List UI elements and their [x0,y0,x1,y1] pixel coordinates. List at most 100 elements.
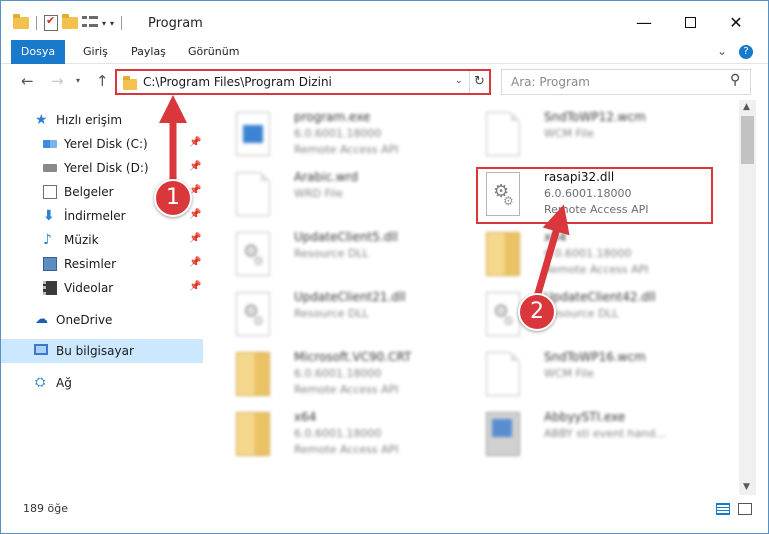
folder-icon [123,76,137,90]
computer-icon [34,344,48,355]
scrollbar-thumb[interactable] [741,116,754,164]
file-list: program.exe 6.0.6001.18000 Remote Access… [208,100,739,495]
large-icons-view-icon[interactable] [738,503,752,515]
view-options-icon[interactable] [82,16,98,30]
pictures-icon [43,257,57,271]
up-arrow-icon[interactable]: ↑ [96,72,109,90]
sidebar-item-this-pc[interactable]: Bu bilgisayar [1,339,203,363]
refresh-icon[interactable]: ↻ [469,71,489,93]
toolbar-separator [121,16,123,30]
pin-icon[interactable]: 📌 [189,233,201,244]
search-icon[interactable]: ⚲ [730,72,740,88]
sidebar-item-onedrive[interactable]: ☁ OneDrive [1,308,203,332]
item-count: 189 öğe [23,502,68,515]
sidebar-item-label: Videolar [64,281,114,295]
tab-file[interactable]: Dosya [11,40,65,64]
address-bar[interactable]: C:\Program Files\Program Dizini ⌄ ↻ [115,69,491,95]
title-bar: ▾ ▾ Program — ✕ [1,1,768,40]
sidebar-item-label: Yerel Disk (C:) [64,137,148,151]
sidebar-item-local-disk-d[interactable]: Yerel Disk (D:) 📌 [1,156,203,180]
search-input[interactable]: Ara: Program ⚲ [501,69,751,95]
file-item[interactable]: SndToWP12.wcm WCM File [476,104,726,164]
zip-folder-icon [236,352,270,396]
file-item[interactable]: x64 6.0.6001.18000 Remote Access API [476,224,726,284]
sidebar-item-label: Belgeler [64,185,114,199]
file-item[interactable]: ⚙ ⚙ UpdateClient5.dll Resource DLL [226,224,476,284]
help-icon[interactable]: ? [739,45,753,59]
dll-gear-icon: ⚙ ⚙ [236,292,270,336]
customize-toolbar-icon[interactable]: ▾ [110,19,114,28]
sidebar-item-quick-access[interactable]: ★ Hızlı erişim [1,108,203,132]
file-type: WRD File [294,187,343,200]
sidebar-item-pictures[interactable]: Resimler 📌 [1,252,203,276]
file-type: WCM File [544,367,594,380]
file-item[interactable]: AbbyySTI.exe ABBY sti event hand... [476,404,726,464]
new-folder-icon[interactable] [62,14,78,29]
scroll-down-icon[interactable]: ▼ [743,482,750,492]
file-item[interactable]: ⚙ ⚙ UpdateClient21.dll Resource DLL [226,284,476,344]
target-file-highlight [476,167,713,224]
search-placeholder: Ara: Program [511,75,590,89]
sidebar-item-videos[interactable]: Videolar 📌 [1,276,203,300]
file-item[interactable]: x64 6.0.6001.18000 Remote Access API [226,404,476,464]
sidebar-item-label: Ağ [56,376,72,390]
cloud-icon: ☁ [35,312,48,327]
pin-icon[interactable]: 📌 [189,209,201,220]
back-arrow-icon[interactable]: ← [21,72,34,90]
dll-gear-icon: ⚙ ⚙ [236,232,270,276]
quick-access-toolbar: ▾ ▾ [13,14,125,32]
navigation-bar: ← → ▾ ↑ C:\Program Files\Program Dizini … [1,64,768,100]
expand-ribbon-icon[interactable]: ⌄ [717,44,727,58]
minimize-button[interactable]: — [621,9,667,37]
sidebar-item-label: Resimler [64,257,117,271]
tab-share[interactable]: Paylaş [131,40,166,64]
navigation-pane: ★ Hızlı erişim Yerel Disk (C:) 📌 Yerel D… [1,100,208,495]
sidebar-item-music[interactable]: ♪ Müzik 📌 [1,228,203,252]
sidebar-item-label: OneDrive [56,313,113,327]
sidebar-item-local-disk-c[interactable]: Yerel Disk (C:) 📌 [1,132,203,156]
drive-icon [43,164,57,172]
chevron-down-icon[interactable]: ▾ [102,19,106,28]
file-name: SndToWP16.wcm [544,350,646,364]
recent-locations-icon[interactable]: ▾ [76,76,80,85]
close-button[interactable]: ✕ [713,9,759,37]
chevron-down-icon[interactable]: ⌄ [455,76,463,86]
file-type: 6.0.6001.18000 [544,247,632,260]
file-description: Remote Access API [294,443,399,456]
explorer-window: ▾ ▾ Program — ✕ Dosya Giriş Paylaş Görün… [0,0,769,534]
step-1-badge: 1 [154,179,192,217]
sidebar-item-label: Müzik [64,233,99,247]
window-title: Program [148,16,203,31]
file-name: x64 [544,230,567,244]
tab-home[interactable]: Giriş [83,40,108,64]
file-type: 6.0.6001.18000 [294,427,382,440]
pin-icon[interactable]: 📌 [189,281,201,292]
sidebar-item-label: İndirmeler [64,209,126,223]
page-icon [486,112,520,156]
sidebar-item-label: Hızlı erişim [56,113,123,127]
file-item[interactable]: SndToWP16.wcm WCM File [476,344,726,404]
file-item[interactable]: program.exe 6.0.6001.18000 Remote Access… [226,104,476,164]
sidebar-item-network[interactable]: ⛭ Ağ [1,371,203,395]
file-name: UpdateClient21.dll [294,290,406,304]
ribbon-tabs: Dosya Giriş Paylaş Görünüm ⌄ ? [1,40,768,64]
maximize-button[interactable] [667,9,713,37]
properties-icon[interactable] [44,14,58,31]
scroll-up-icon[interactable]: ▲ [743,102,750,112]
vertical-scrollbar[interactable]: ▲ ▼ [739,100,756,495]
pin-icon[interactable]: 📌 [189,137,201,148]
exe-icon [236,112,270,156]
pin-icon[interactable]: 📌 [189,257,201,268]
drive-icon [43,140,57,148]
folder-icon[interactable] [13,14,29,29]
address-path[interactable]: C:\Program Files\Program Dizini [143,75,332,89]
forward-arrow-icon[interactable]: → [51,72,64,90]
details-view-icon[interactable] [716,503,730,515]
file-item[interactable]: ⚙ ⚙ UpdateClient42.dll Resource DLL [476,284,726,344]
dll-gear-icon: ⚙ ⚙ [486,292,520,336]
tab-view[interactable]: Görünüm [188,40,239,64]
file-item[interactable]: Arabic.wrd WRD File [226,164,476,224]
file-type: 6.0.6001.18000 [294,367,382,380]
file-item[interactable]: Microsoft.VC90.CRT 6.0.6001.18000 Remote… [226,344,476,404]
pin-icon[interactable]: 📌 [189,161,201,172]
